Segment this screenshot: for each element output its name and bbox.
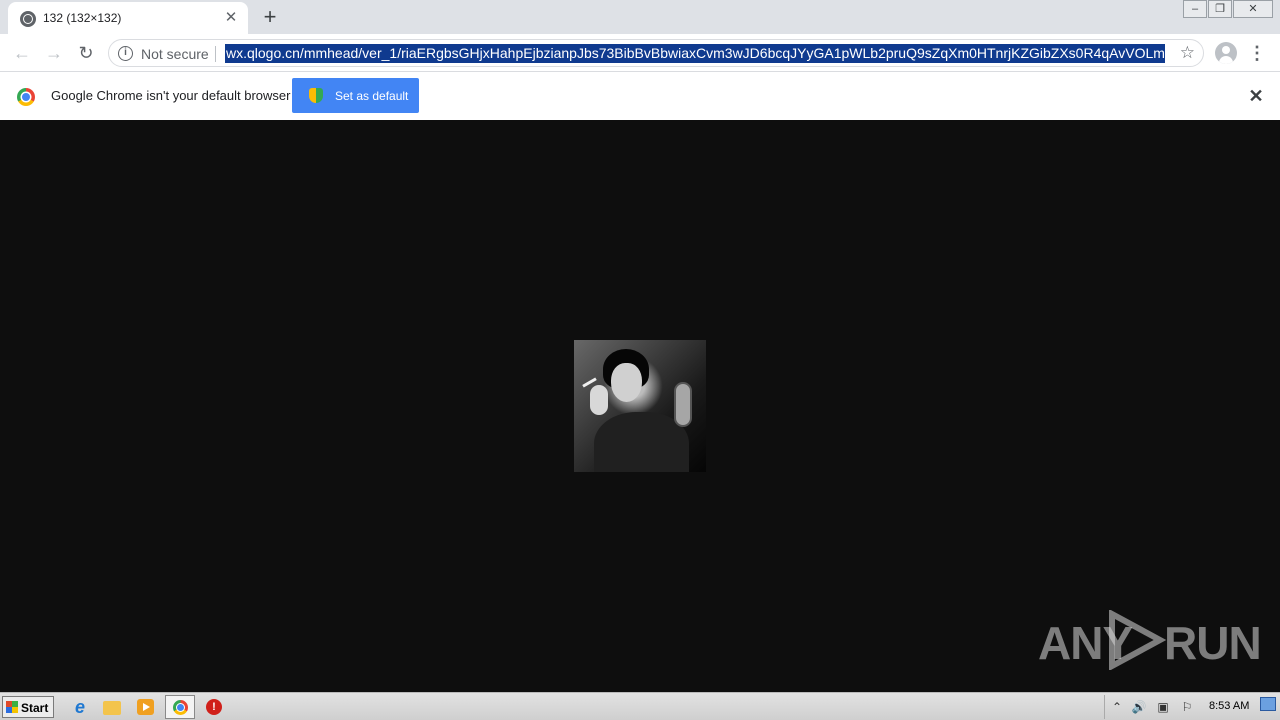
url-text[interactable]: wx.qlogo.cn/mmhead/ver_1/riaERgbsGHjxHah… (225, 44, 1165, 63)
media-player-icon[interactable] (137, 699, 154, 715)
windows-logo-icon (6, 701, 18, 713)
security-label[interactable]: Not secure (141, 46, 209, 62)
photo-figure-hand (590, 385, 608, 415)
menu-kebab-icon[interactable]: ⋮ (1248, 42, 1266, 64)
page-content (0, 120, 1280, 692)
photo-figure-face (611, 363, 642, 402)
start-button[interactable]: Start (2, 696, 54, 718)
omnibox-divider (215, 46, 216, 62)
tab-title: 132 (132×132) (43, 11, 122, 25)
stop-sign-icon[interactable]: ! (206, 699, 222, 715)
network-icon[interactable]: ▣ (1155, 699, 1171, 715)
show-hidden-icons-icon[interactable]: ⌃ (1109, 699, 1125, 715)
forward-button[interactable]: → (41, 40, 67, 66)
internet-explorer-icon[interactable]: e (70, 697, 90, 717)
watermark-right-text: RUN (1164, 617, 1262, 669)
browser-toolbar: ← → ↻ i Not secure wx.qlogo.cn/mmhead/ve… (0, 34, 1280, 71)
back-button[interactable]: ← (9, 40, 35, 66)
volume-icon[interactable]: 🔊 (1131, 699, 1147, 715)
info-icon[interactable]: i (118, 46, 133, 61)
displayed-image[interactable] (574, 340, 706, 472)
window-close-button[interactable]: ✕ (1233, 0, 1273, 18)
chrome-logo-icon (17, 88, 35, 106)
bookmark-star-icon[interactable]: ☆ (1180, 43, 1195, 63)
infobar-close-icon[interactable]: ✕ (1246, 86, 1266, 106)
set-as-default-button[interactable]: Set as default (292, 78, 419, 113)
reload-button[interactable]: ↻ (73, 40, 99, 66)
file-explorer-icon[interactable] (103, 701, 121, 715)
chrome-taskbar-button[interactable] (165, 695, 195, 719)
start-label: Start (21, 701, 49, 715)
show-desktop-icon[interactable] (1260, 697, 1276, 711)
new-tab-button[interactable]: + (259, 6, 281, 28)
action-center-flag-icon[interactable]: ⚐ (1179, 699, 1195, 715)
address-bar[interactable]: i Not secure wx.qlogo.cn/mmhead/ver_1/ri… (108, 39, 1204, 67)
default-browser-infobar: Google Chrome isn't your default browser… (0, 71, 1280, 120)
watermark-play-icon (1109, 610, 1167, 670)
globe-icon (20, 11, 36, 27)
system-tray: ⌃ 🔊 ▣ ⚐ (1104, 695, 1202, 719)
window-minimize-button[interactable]: – (1183, 0, 1207, 18)
tab-close-icon[interactable]: ✕ (222, 9, 240, 27)
chrome-icon (173, 700, 188, 715)
active-tab[interactable]: 132 (132×132) ✕ (8, 2, 248, 34)
anyrun-watermark: ANY RUN (1038, 608, 1262, 670)
photo-microphone (674, 382, 692, 427)
windows-taskbar: Start e ! ⌃ 🔊 ▣ ⚐ 8:53 AM (0, 692, 1280, 720)
tab-strip: 132 (132×132) ✕ + – ❐ ✕ (0, 0, 1280, 34)
set-as-default-label: Set as default (335, 89, 409, 103)
taskbar-clock[interactable]: 8:53 AM (1209, 700, 1249, 712)
infobar-message: Google Chrome isn't your default browser (51, 88, 291, 103)
profile-avatar-icon[interactable] (1215, 42, 1237, 64)
window-maximize-button[interactable]: ❐ (1208, 0, 1232, 18)
shield-icon (309, 88, 323, 103)
